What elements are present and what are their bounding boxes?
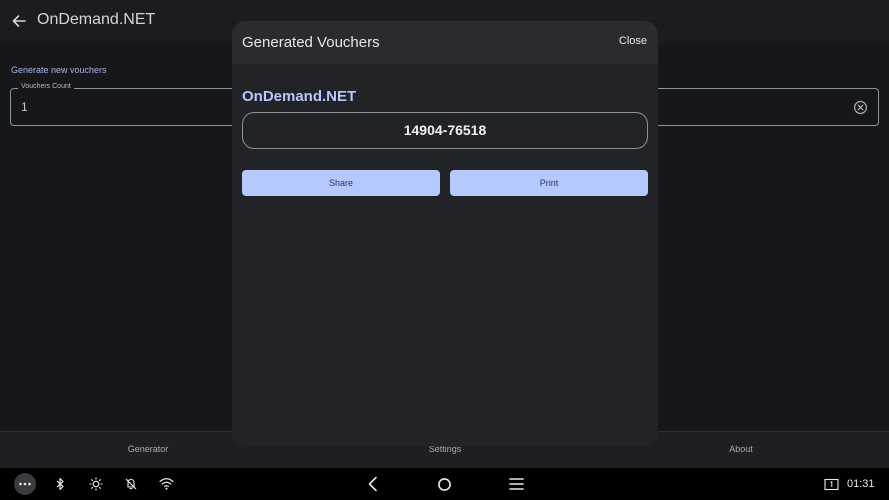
- vouchers-count-value[interactable]: 1: [21, 100, 28, 114]
- screen-icon[interactable]: [824, 478, 839, 491]
- back-arrow-icon[interactable]: [9, 11, 29, 31]
- dialog-title: Generated Vouchers: [242, 34, 380, 51]
- voucher-code-box: 14904-76518: [242, 112, 648, 149]
- dialog-header: Generated Vouchers Close: [232, 21, 658, 64]
- app-title: OnDemand.NET: [37, 11, 156, 28]
- tab-generator[interactable]: Generator: [88, 444, 208, 454]
- system-bar: 01:31: [0, 468, 889, 500]
- tab-about[interactable]: About: [681, 444, 801, 454]
- bluetooth-icon[interactable]: [54, 477, 66, 491]
- dialog-body: OnDemand.NET 14904-76518 Share Print: [232, 64, 658, 446]
- share-button[interactable]: Share: [242, 170, 440, 196]
- voucher-code: 14904-76518: [403, 122, 487, 138]
- more-icon[interactable]: [14, 473, 36, 495]
- clock-time: 01:31: [847, 478, 875, 490]
- wifi-icon[interactable]: [159, 477, 174, 490]
- brightness-icon[interactable]: [89, 477, 103, 491]
- org-name: OnDemand.NET: [242, 88, 357, 105]
- vouchers-count-label: Vouchers Count: [18, 83, 74, 90]
- clear-icon[interactable]: [853, 100, 868, 115]
- mute-icon[interactable]: [124, 477, 138, 491]
- section-label: Generate new vouchers: [11, 65, 107, 75]
- close-button[interactable]: Close: [619, 35, 647, 47]
- print-button[interactable]: Print: [450, 170, 648, 196]
- home-nav-icon[interactable]: [437, 477, 452, 492]
- menu-nav-icon[interactable]: [509, 477, 524, 491]
- back-nav-icon[interactable]: [366, 476, 380, 492]
- generated-vouchers-dialog: Generated Vouchers Close OnDemand.NET 14…: [232, 21, 658, 446]
